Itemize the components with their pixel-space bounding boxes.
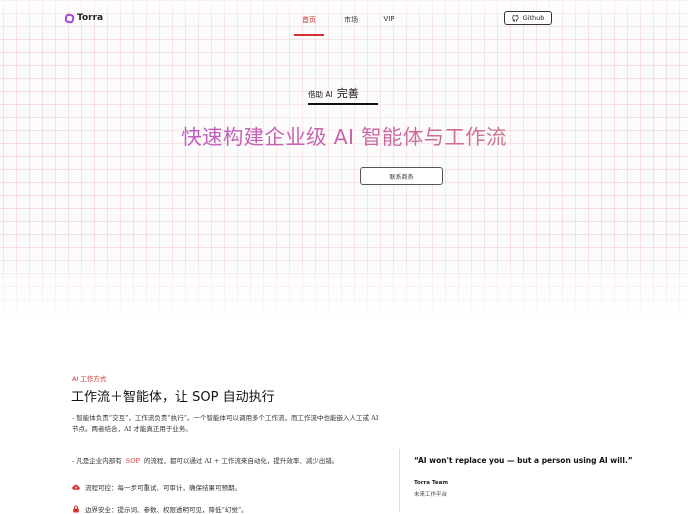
brand-name: Torra [77, 13, 104, 23]
feature-item: 边界安全：提示词、参数、权限透明可见，降低“幻觉”。 [72, 504, 248, 514]
tagline-underline [308, 103, 378, 105]
testimonial: “AI won't replace you — but a person usi… [399, 449, 633, 512]
section-eyebrow: AI 工作方式 [72, 375, 107, 383]
sop-highlight: SOP [125, 457, 140, 465]
hero-background [0, 0, 688, 313]
hero-tagline: 借助 AI 完善 [308, 85, 359, 101]
github-button[interactable]: Github [504, 11, 552, 25]
main-nav: 首页 市场 VIP [294, 12, 404, 36]
nav-market[interactable]: 市场 [330, 12, 372, 36]
nav-home[interactable]: 首页 [294, 12, 324, 36]
section-title: 工作流＋智能体，让 SOP 自动执行 [71, 390, 275, 405]
sop-suffix: 的流程，都可以通过 AI + 工作流来自动化，提升效率、减少出错。 [143, 457, 339, 465]
hero-headline: 快速构建企业级 AI 智能体与工作流 [0, 120, 688, 150]
contact-sales-button[interactable]: 联系商务 [360, 167, 443, 185]
quote-text: “AI won't replace you — but a person usi… [414, 456, 633, 465]
github-icon [511, 14, 519, 22]
section-description: - 智能体负责“交互”，工作流负责“执行”。一个智能体可以调用多个工作流，而工作… [72, 414, 379, 433]
tagline-prefix: 借助 AI [308, 90, 333, 99]
feature-text: 流程可控：每一步可重试、可审计，确保结果可预期。 [85, 484, 241, 492]
feature-text: 边界安全：提示词、参数、权限透明可见，降低“幻觉”。 [85, 506, 248, 514]
cloud-icon [72, 484, 80, 490]
feature-item: 流程可控：每一步可重试、可审计，确保结果可预期。 [72, 482, 241, 492]
nav-vip[interactable]: VIP [374, 12, 404, 36]
brand-logo[interactable]: Torra [64, 12, 104, 24]
sop-statement: - 凡是企业内部有 SOP 的流程，都可以通过 AI + 工作流来自动化，提升效率、… [72, 455, 338, 465]
tagline-keyword: 完善 [336, 87, 359, 100]
logo-icon [64, 12, 75, 24]
quote-role: 未来工作平台 [414, 492, 448, 498]
quote-author: Torra Team [414, 480, 449, 486]
sop-prefix: - 凡是企业内部有 [72, 457, 122, 465]
github-label: Github [522, 14, 545, 22]
